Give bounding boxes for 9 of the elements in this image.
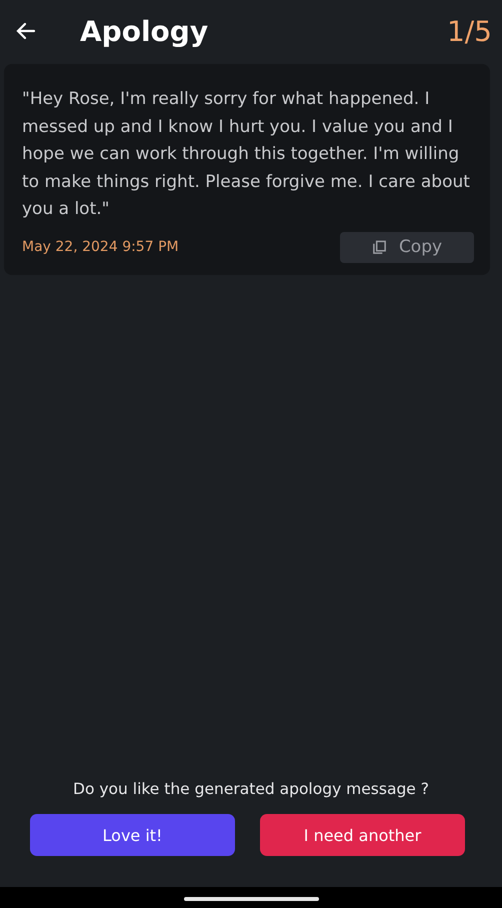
copy-icon <box>372 240 387 254</box>
timestamp: May 22, 2024 9:57 PM <box>22 239 179 255</box>
feedback-question: Do you like the generated apology message ? <box>72 780 430 798</box>
love-button[interactable]: Love it! <box>30 814 235 856</box>
another-button[interactable]: I need another <box>260 814 465 856</box>
page-title: Apology <box>80 14 210 48</box>
page-counter: 1/5 <box>446 14 492 48</box>
copy-button[interactable]: Copy <box>340 232 474 262</box>
apology-message: "Hey Rose, I'm really sorry for what happened. I messed up and I know I hurt you. I value you and I hope we can work through this together. I'm willing to make things right. Please forgive me. I care about you a lot." <box>22 88 471 221</box>
